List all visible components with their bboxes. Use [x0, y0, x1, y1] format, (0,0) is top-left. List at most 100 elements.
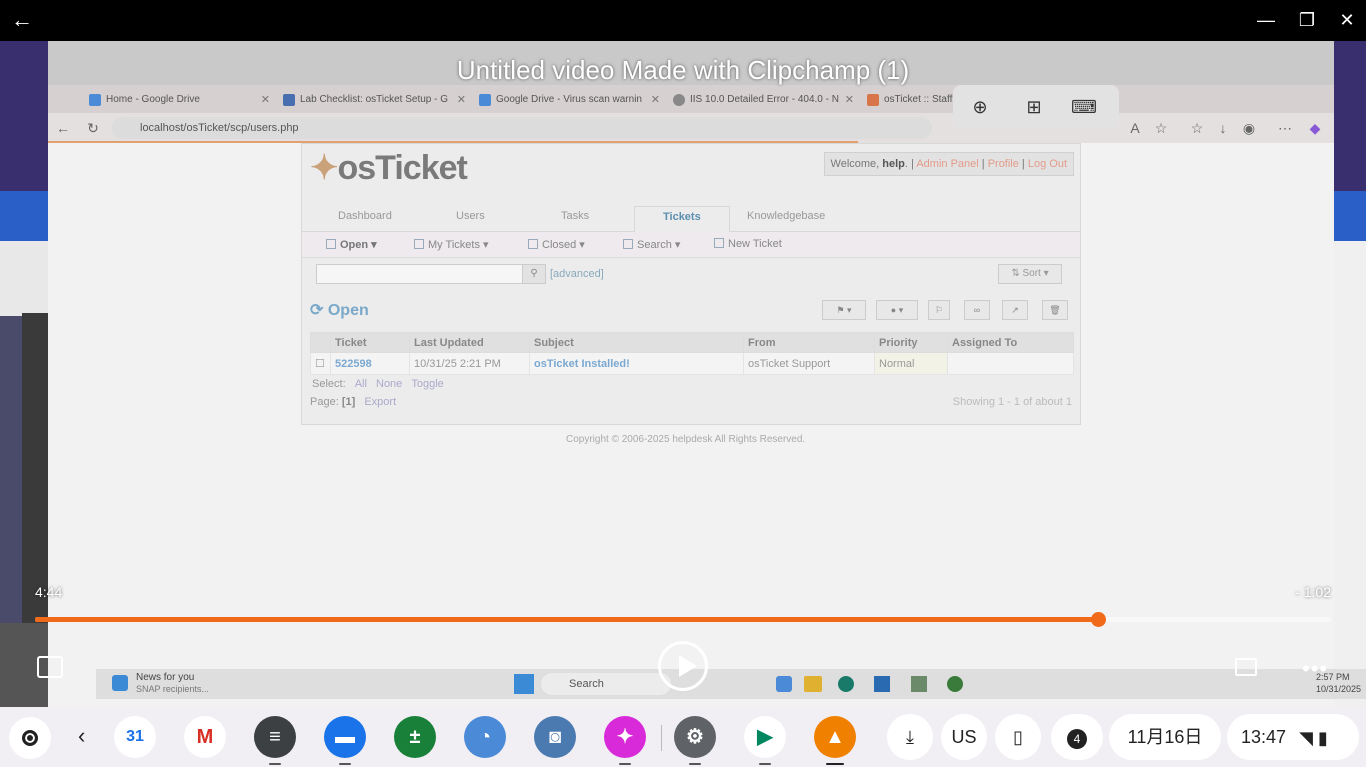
- weather-icon[interactable]: [112, 675, 128, 691]
- browser-tab-active[interactable]: osTicket :: Staff: [864, 89, 956, 111]
- tab-tickets[interactable]: Tickets: [634, 206, 730, 232]
- subnav-closed[interactable]: Closed ▾: [528, 238, 585, 251]
- notifications-badge[interactable]: 4: [1051, 714, 1103, 760]
- creative-app-icon[interactable]: ✦: [604, 716, 646, 765]
- logout-link[interactable]: Log Out: [1028, 158, 1067, 170]
- merge-icon[interactable]: ∞: [964, 300, 990, 320]
- restore-window-icon[interactable]: ❐: [1295, 8, 1319, 32]
- start-icon[interactable]: [514, 674, 534, 694]
- ime-indicator[interactable]: US: [941, 714, 987, 760]
- more-icon[interactable]: ⋯: [1276, 119, 1294, 137]
- browser-tab[interactable]: IIS 10.0 Detailed Error - 404.0 - N ✕: [670, 89, 856, 111]
- store-icon[interactable]: [874, 676, 890, 692]
- settings-gear-icon[interactable]: ⚙: [674, 716, 716, 765]
- favorites-icon[interactable]: ☆: [1188, 119, 1206, 137]
- osticket-logo[interactable]: ✦osTicket: [310, 148, 468, 188]
- tab-close-icon[interactable]: ✕: [261, 89, 270, 111]
- launcher-button[interactable]: [9, 717, 51, 759]
- holding-space-icon[interactable]: ⤓: [887, 714, 933, 760]
- files-app-icon[interactable]: ▬: [324, 716, 366, 765]
- vlc-app-icon[interactable]: ▲: [814, 716, 856, 765]
- game-app-icon[interactable]: ◙: [534, 716, 576, 758]
- col-priority[interactable]: Priority: [874, 332, 948, 353]
- keyboard-icon[interactable]: ⌨: [1069, 93, 1099, 121]
- tab-users[interactable]: Users: [456, 210, 485, 222]
- sort-button[interactable]: ⇅ Sort ▾: [998, 264, 1062, 284]
- select-toggle-link[interactable]: Toggle: [411, 378, 443, 390]
- profile-link[interactable]: Profile: [988, 158, 1019, 170]
- flag-button[interactable]: ⚑ ▾: [822, 300, 866, 320]
- search-icon[interactable]: ⚲: [522, 264, 546, 284]
- chevron-left-icon[interactable]: ‹: [78, 723, 85, 749]
- close-icon[interactable]: ✕: [1335, 8, 1359, 32]
- tab-close-icon[interactable]: ✕: [457, 89, 466, 111]
- tab-tasks[interactable]: Tasks: [561, 210, 589, 222]
- downloads-icon[interactable]: ↓: [1214, 119, 1232, 137]
- ticket-search-input[interactable]: [316, 264, 524, 284]
- status-icon[interactable]: ⚐: [928, 300, 950, 320]
- zoom-in-icon[interactable]: ⊕: [965, 93, 995, 121]
- calendar-app-icon[interactable]: 31: [114, 716, 156, 758]
- windows-search[interactable]: Search: [541, 673, 671, 695]
- subnav-search[interactable]: Search ▾: [623, 238, 680, 251]
- video-player[interactable]: Home - Google Drive ✕ Lab Checklist: osTi…: [0, 41, 1366, 707]
- read-aloud-icon[interactable]: A: [1126, 119, 1144, 137]
- tab-close-icon[interactable]: ✕: [845, 89, 854, 111]
- ticket-subject-link[interactable]: osTicket Installed!: [529, 352, 744, 375]
- seek-bar[interactable]: [35, 612, 1331, 627]
- gmail-app-icon[interactable]: M: [184, 716, 226, 758]
- ticket-number-link[interactable]: 522598: [330, 352, 410, 375]
- col-subject[interactable]: Subject: [529, 332, 744, 353]
- server-manager-icon[interactable]: [911, 676, 927, 692]
- seek-handle[interactable]: [1090, 612, 1106, 627]
- play-button[interactable]: [658, 641, 708, 691]
- export-link[interactable]: Export: [364, 396, 396, 408]
- col-last-updated[interactable]: Last Updated: [409, 332, 530, 353]
- more-options-icon[interactable]: •••: [1302, 656, 1328, 682]
- text-app-icon[interactable]: ≡: [254, 716, 296, 765]
- address-bar[interactable]: localhost/osTicket/scp/users.php: [112, 117, 932, 139]
- subtitles-icon[interactable]: [37, 656, 63, 678]
- transfer-icon[interactable]: ↗: [1002, 300, 1028, 320]
- subnav-my-tickets[interactable]: My Tickets ▾: [414, 238, 489, 251]
- status-tray[interactable]: 13:47 ◥ ▮: [1227, 714, 1359, 760]
- table-row[interactable]: ☐ 522598 10/31/25 2:21 PM osTicket Insta…: [310, 352, 1074, 375]
- aspect-ratio-icon[interactable]: [1235, 658, 1257, 676]
- tab-close-icon[interactable]: ✕: [651, 89, 660, 111]
- windows-icon[interactable]: ⊞: [1019, 93, 1049, 121]
- subnav-new-ticket[interactable]: New Ticket: [714, 238, 782, 250]
- profile-icon[interactable]: ◉: [1240, 119, 1258, 137]
- date-tray[interactable]: 11月16日: [1109, 714, 1221, 760]
- col-ticket[interactable]: Ticket: [330, 332, 410, 353]
- phone-hub-icon[interactable]: ▯: [995, 714, 1041, 760]
- play-store-icon[interactable]: ▶: [744, 716, 786, 765]
- app-icon[interactable]: [947, 676, 963, 692]
- browser-back-icon[interactable]: ←: [54, 119, 72, 137]
- back-arrow-icon[interactable]: ←: [10, 8, 34, 32]
- taskbar-app-icon[interactable]: [776, 676, 792, 692]
- edge-icon[interactable]: [838, 676, 854, 692]
- tab-knowledgebase[interactable]: Knowledgebase: [747, 210, 825, 222]
- browser-tab[interactable]: Home - Google Drive ✕: [86, 89, 272, 111]
- tab-dashboard[interactable]: Dashboard: [338, 210, 392, 222]
- calculator-app-icon[interactable]: ±: [394, 716, 436, 758]
- reload-icon[interactable]: ↻: [84, 119, 102, 137]
- subnav-open[interactable]: Open ▾: [326, 238, 377, 251]
- minimize-icon[interactable]: —: [1254, 8, 1278, 32]
- browser-tab[interactable]: Lab Checklist: osTicket Setup - G ✕: [280, 89, 468, 111]
- select-all-link[interactable]: All: [355, 378, 367, 390]
- clock-app-icon[interactable]: ◔: [464, 716, 506, 758]
- copilot-icon[interactable]: ◆: [1306, 119, 1324, 137]
- delete-icon[interactable]: 🗑: [1042, 300, 1068, 320]
- col-from[interactable]: From: [743, 332, 875, 353]
- file-explorer-icon[interactable]: [804, 676, 822, 692]
- browser-tab[interactable]: Google Drive - Virus scan warnin ✕: [476, 89, 662, 111]
- admin-panel-link[interactable]: Admin Panel: [916, 158, 978, 170]
- refresh-icon[interactable]: ⟳: [310, 302, 323, 319]
- favorite-star-icon[interactable]: ☆: [1152, 119, 1170, 137]
- assign-button[interactable]: ● ▾: [876, 300, 918, 320]
- col-assigned-to[interactable]: Assigned To: [947, 332, 1074, 353]
- row-checkbox[interactable]: ☐: [310, 352, 331, 375]
- select-none-link[interactable]: None: [376, 378, 402, 390]
- advanced-search-link[interactable]: [advanced]: [550, 268, 604, 280]
